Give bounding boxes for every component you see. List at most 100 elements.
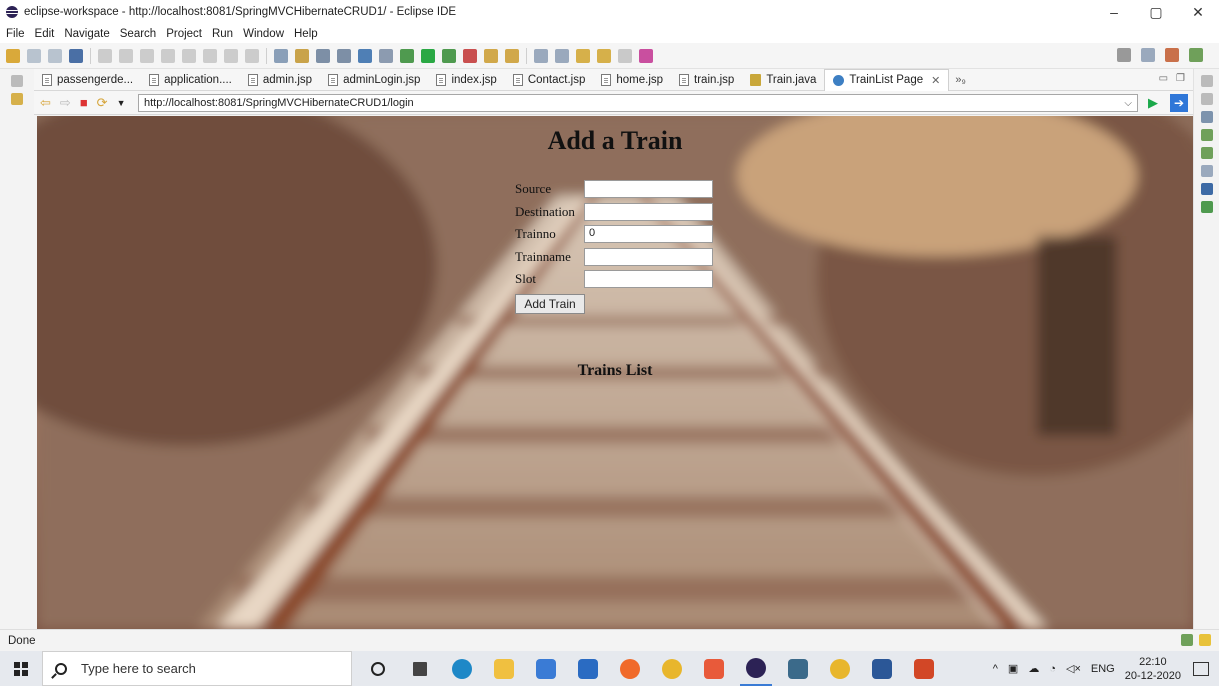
file-explorer-icon[interactable]	[488, 651, 520, 686]
search-tool-icon[interactable]	[505, 48, 519, 63]
menu-help[interactable]: Help	[294, 28, 318, 40]
close-button[interactable]: ✕	[1177, 0, 1219, 24]
java-ee-perspective-icon[interactable]	[1165, 48, 1179, 62]
back-icon[interactable]: ⇦	[40, 95, 51, 111]
deploy-icon[interactable]	[295, 48, 309, 63]
resume-icon[interactable]	[119, 48, 133, 63]
pin-editor-icon[interactable]	[639, 48, 653, 63]
edge-icon[interactable]	[446, 651, 478, 686]
build-icon[interactable]	[316, 48, 330, 63]
slot-input[interactable]	[584, 270, 713, 289]
console-icon[interactable]	[1200, 183, 1213, 195]
open-perspective-icon[interactable]	[1141, 48, 1155, 62]
tab-index[interactable]: index.jsp	[428, 69, 504, 91]
store-icon[interactable]	[530, 651, 562, 686]
apps-grid-icon[interactable]	[698, 651, 730, 686]
task-view-icon[interactable]	[404, 651, 436, 686]
volume-icon[interactable]: ◁×	[1066, 662, 1081, 675]
tab-trainlist-page[interactable]: TrainList Page ✕	[824, 68, 950, 91]
tip-icon[interactable]	[1199, 634, 1211, 646]
source-input[interactable]	[584, 180, 713, 199]
menu-window[interactable]: Window	[243, 28, 284, 40]
language-indicator[interactable]: ENG	[1091, 663, 1115, 675]
restore-view-icon[interactable]	[1200, 75, 1213, 87]
debug-icon[interactable]	[400, 48, 414, 63]
step-return-icon[interactable]	[245, 48, 259, 63]
prev-annotation-icon[interactable]	[555, 48, 569, 63]
start-button[interactable]	[0, 651, 42, 686]
clock[interactable]: 22:10 20-12-2020	[1125, 655, 1181, 683]
taskbar-search-box[interactable]: Type here to search	[42, 651, 352, 686]
restore-view-icon[interactable]	[11, 75, 23, 87]
step-into-icon[interactable]	[203, 48, 217, 63]
menu-project[interactable]: Project	[166, 28, 202, 40]
new-icon[interactable]	[6, 48, 20, 63]
close-tab-icon[interactable]: ✕	[931, 74, 940, 87]
open-type-icon[interactable]	[484, 48, 498, 63]
wizard-icon[interactable]	[379, 48, 393, 63]
run-icon[interactable]	[421, 48, 435, 63]
tab-contact[interactable]: Contact.jsp	[505, 69, 594, 91]
back-icon[interactable]	[597, 48, 611, 63]
properties-icon[interactable]	[1200, 165, 1213, 177]
terminate-icon[interactable]	[161, 48, 175, 63]
go-icon[interactable]: ▶	[1148, 95, 1158, 111]
show-hidden-icons-icon[interactable]: ^	[993, 663, 998, 675]
server-icon[interactable]	[274, 48, 288, 63]
terminal-icon[interactable]	[69, 48, 83, 63]
chrome-icon[interactable]	[824, 651, 856, 686]
step-over-icon[interactable]	[224, 48, 238, 63]
onedrive-icon[interactable]: ☁	[1028, 662, 1039, 675]
tab-admin[interactable]: admin.jsp	[240, 69, 320, 91]
powerpoint-icon[interactable]	[908, 651, 940, 686]
package-explorer-icon[interactable]	[11, 93, 23, 105]
dropdown-icon[interactable]: ▼	[117, 98, 126, 108]
word-icon[interactable]	[866, 651, 898, 686]
hierarchy-icon[interactable]	[1200, 147, 1213, 159]
minimize-button[interactable]: –	[1093, 0, 1135, 24]
forward-icon[interactable]: ⇨	[60, 95, 71, 111]
network-icon[interactable]: ▣	[1008, 662, 1018, 675]
mail-icon[interactable]	[572, 651, 604, 686]
forward-icon[interactable]	[618, 48, 632, 63]
refresh-icon[interactable]: ⟳	[97, 95, 108, 111]
mysql-workbench-icon[interactable]	[782, 651, 814, 686]
destination-input[interactable]	[584, 202, 713, 221]
trainname-input[interactable]	[584, 247, 713, 266]
restore-view-icon[interactable]	[1200, 93, 1213, 105]
restore-button[interactable]: ▢	[1135, 0, 1177, 24]
last-edit-icon[interactable]	[576, 48, 590, 63]
tab-admin-login[interactable]: adminLogin.jsp	[320, 69, 428, 91]
menu-search[interactable]: Search	[120, 28, 156, 40]
save-all-icon[interactable]	[48, 48, 62, 63]
tab-application[interactable]: application....	[141, 69, 240, 91]
skip-breakpoints-icon[interactable]	[98, 48, 112, 63]
servers-icon[interactable]	[1200, 201, 1213, 213]
eclipse-taskbar-icon[interactable]	[740, 651, 772, 686]
menu-edit[interactable]: Edit	[35, 28, 55, 40]
firefox-icon[interactable]	[614, 651, 646, 686]
minimize-icon[interactable]: ▭	[1159, 73, 1168, 84]
cortana-icon[interactable]	[362, 651, 394, 686]
quick-search-icon[interactable]	[1117, 48, 1131, 62]
tab-overflow-button[interactable]: »₉	[955, 74, 965, 86]
save-icon[interactable]	[27, 48, 41, 63]
tab-train[interactable]: train.jsp	[671, 69, 742, 91]
url-field[interactable]: http://localhost:8081/SpringMVCHibernate…	[138, 94, 1138, 112]
stop-icon[interactable]: ■	[80, 95, 88, 110]
globe-icon[interactable]	[358, 48, 372, 63]
tab-home[interactable]: home.jsp	[593, 69, 671, 91]
open-external-icon[interactable]: ➔	[1170, 94, 1188, 112]
wifi-icon[interactable]: ◔	[1049, 663, 1056, 675]
menu-navigate[interactable]: Navigate	[64, 28, 109, 40]
settings-icon[interactable]	[337, 48, 351, 63]
add-train-button[interactable]: Add Train	[515, 293, 585, 314]
tab-train-java[interactable]: Train.java	[742, 69, 824, 91]
suspend-icon[interactable]	[140, 48, 154, 63]
coverage-icon[interactable]	[442, 48, 456, 63]
menu-run[interactable]: Run	[212, 28, 233, 40]
chrome-icon[interactable]	[656, 651, 688, 686]
chevron-down-icon[interactable]: ⌵	[1124, 98, 1132, 109]
outline-icon[interactable]	[1200, 111, 1213, 123]
update-icon[interactable]	[1181, 634, 1193, 646]
